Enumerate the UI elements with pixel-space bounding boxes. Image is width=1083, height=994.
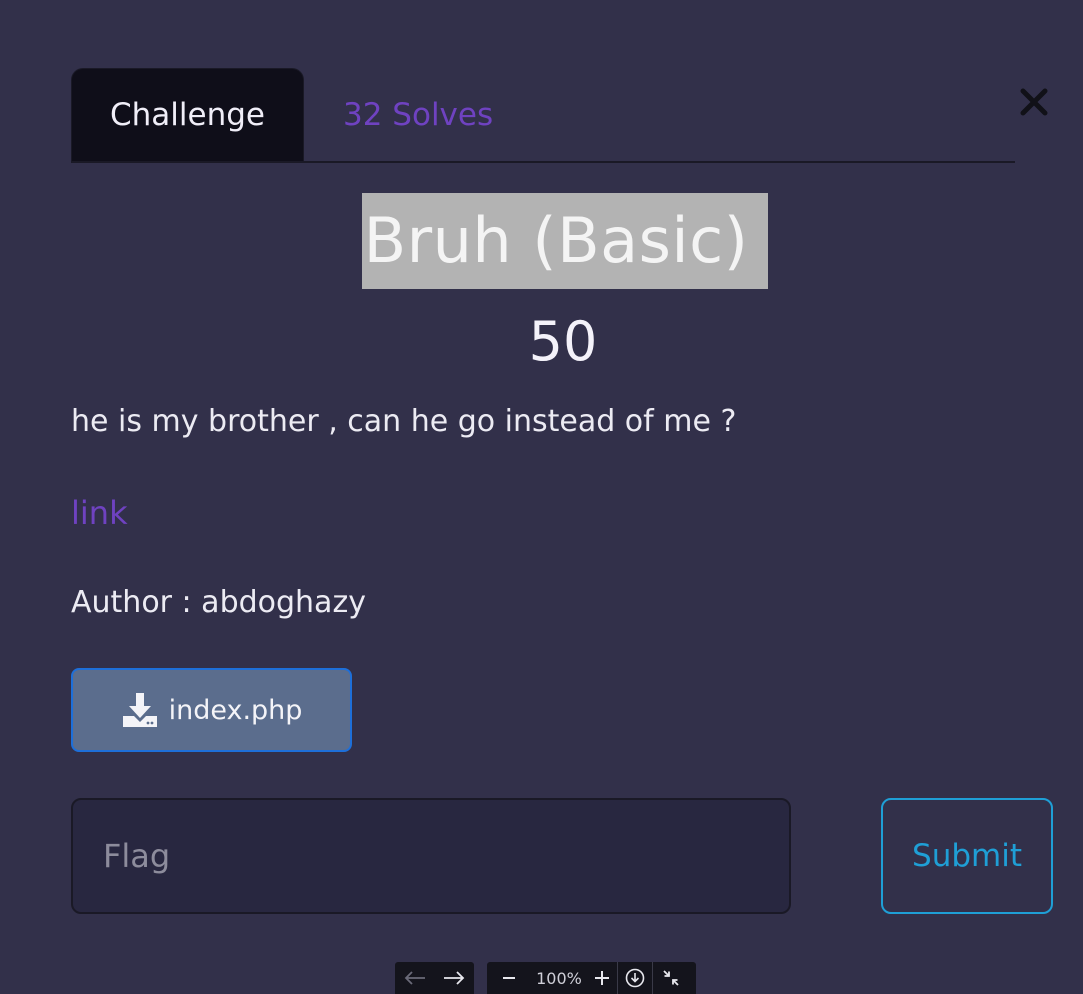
zoom-in-button[interactable] <box>587 962 617 994</box>
file-download-button[interactable]: index.php <box>71 668 352 752</box>
challenge-author: Author : abdoghazy <box>71 585 366 620</box>
zoom-out-icon <box>503 977 515 979</box>
tab-solves[interactable]: 32 Solves <box>321 68 521 161</box>
download-icon <box>122 693 157 727</box>
challenge-link[interactable]: link <box>71 494 128 532</box>
collapse-icon <box>663 970 679 986</box>
submit-button[interactable]: Submit <box>881 798 1053 914</box>
zoom-out-button[interactable] <box>487 962 531 994</box>
zoom-level: 100% <box>536 968 582 988</box>
forward-button[interactable] <box>443 962 465 994</box>
back-button[interactable] <box>404 962 426 994</box>
close-icon <box>1020 88 1048 116</box>
flag-input[interactable] <box>71 798 791 914</box>
viewer-zoom-bar: 100% <box>487 962 696 994</box>
challenge-description: he is my brother , can he go instead of … <box>71 404 737 439</box>
tab-challenge-label: Challenge <box>110 97 265 133</box>
zoom-in-icon <box>595 971 609 985</box>
arrow-left-icon <box>404 971 425 985</box>
tab-solves-label: 32 Solves <box>343 96 494 133</box>
arrow-right-icon <box>444 971 465 985</box>
challenge-points: 50 <box>528 310 598 373</box>
challenge-title: Bruh (Basic) <box>361 193 769 289</box>
tab-bar: Challenge 32 Solves <box>71 68 1015 163</box>
save-button[interactable] <box>618 962 652 994</box>
exit-fullscreen-button[interactable] <box>653 962 689 994</box>
file-name: index.php <box>168 694 303 726</box>
viewer-nav-bar <box>395 962 474 994</box>
close-button[interactable] <box>1012 80 1056 124</box>
download-circle-icon <box>625 968 645 988</box>
title-wrap: Bruh (Basic) <box>0 193 1083 289</box>
challenge-modal: Challenge 32 Solves Bruh (Basic) 50 he i… <box>0 0 1083 994</box>
tab-challenge[interactable]: Challenge <box>71 68 304 161</box>
